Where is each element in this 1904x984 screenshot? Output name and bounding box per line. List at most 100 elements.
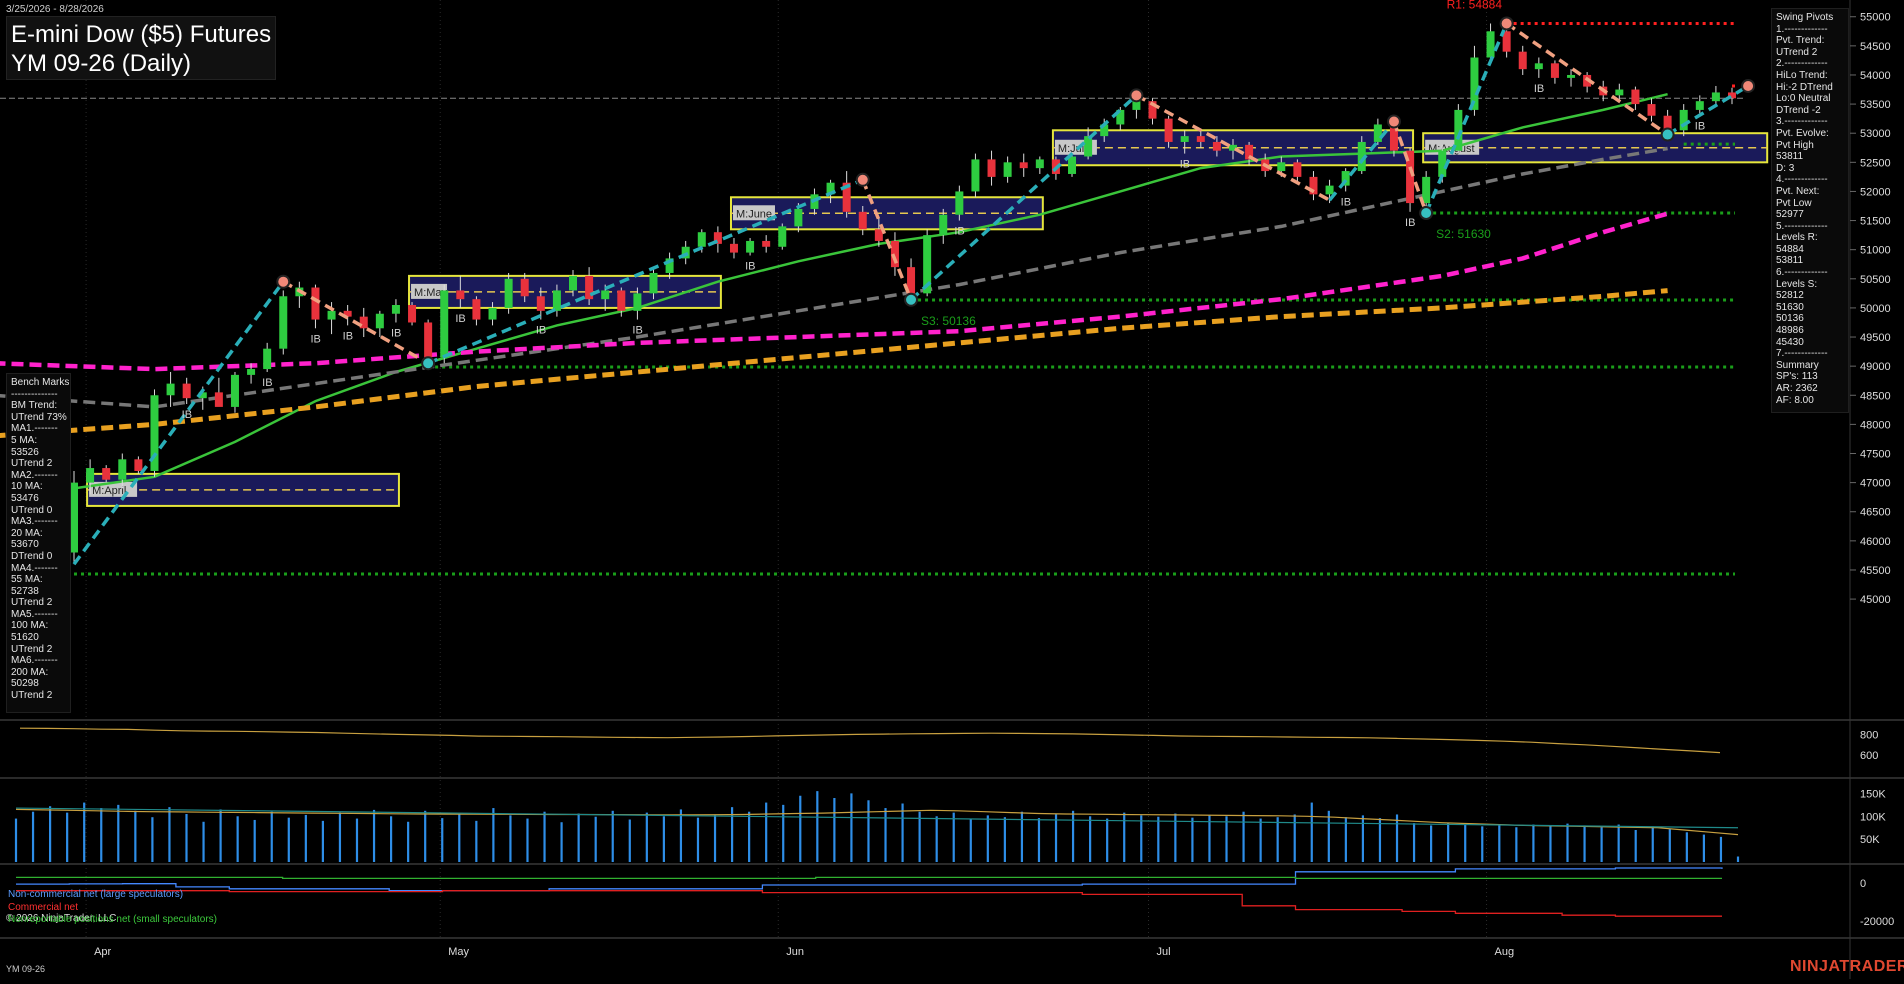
candle-body	[504, 278, 513, 308]
cot-series-line	[16, 876, 1722, 880]
bench_marks_panel-line: 53670	[11, 539, 39, 551]
candle-body	[375, 313, 384, 329]
bench_marks_panel-line: MA4.-------	[11, 562, 58, 574]
volume-tick-label: 150K	[1860, 788, 1886, 800]
month-tick-label: May	[448, 946, 469, 958]
swing_pivots_panel-line: 54884	[1776, 243, 1804, 255]
osc-tick-label: 600	[1860, 750, 1878, 762]
volume-tick-label: 50K	[1860, 834, 1880, 846]
candle-body	[1019, 162, 1028, 169]
candle	[1019, 153, 1028, 177]
ib-label: IB	[343, 330, 353, 342]
candle-body	[1164, 118, 1173, 142]
y-tick-label: 47000	[1860, 478, 1891, 490]
level-label: R1: 54884	[1447, 0, 1503, 11]
candle-body	[617, 290, 626, 311]
candle	[1647, 98, 1656, 122]
swing_pivots_panel-line: Pvt. Next:	[1776, 185, 1820, 197]
candle	[665, 252, 674, 279]
bench_marks_panel-line: UTrend 73%	[11, 411, 67, 423]
swing_pivots_panel-line: AF: 8.00	[1776, 394, 1814, 406]
candle	[746, 238, 755, 256]
y-tick-label: 52000	[1860, 186, 1891, 198]
swing_pivots_panel-line: HiLo Trend:	[1776, 69, 1828, 81]
candle-body	[762, 240, 771, 247]
pivot-marker	[421, 356, 436, 371]
candle	[230, 371, 239, 413]
candle	[971, 153, 980, 198]
volume-tick-label: 100K	[1860, 811, 1886, 823]
candle-body	[456, 290, 465, 300]
candle-body	[311, 287, 320, 320]
candle-body	[102, 468, 111, 480]
candle	[1035, 156, 1044, 174]
cot-series-line	[16, 867, 1723, 892]
swing_pivots_panel-line: 4.-------------	[1776, 174, 1828, 186]
bench_marks_panel-line: 20 MA:	[11, 527, 43, 539]
candle	[1309, 171, 1318, 201]
candle-body	[279, 296, 288, 349]
swing_pivots_panel-line: Pvt. Trend:	[1776, 35, 1825, 47]
oscillator-line	[19, 727, 1721, 754]
ib-label: IB	[745, 261, 755, 273]
bench_marks_panel-line: 52738	[11, 585, 39, 597]
candle	[440, 284, 449, 364]
swing_pivots_panel-line: Swing Pivots	[1776, 12, 1834, 23]
bench_marks_panel-line: 100 MA:	[11, 620, 49, 632]
month-tick-label: Apr	[94, 946, 111, 958]
swing_pivots_panel-line: 52812	[1776, 290, 1804, 302]
candle-body	[1196, 136, 1205, 142]
candle	[1534, 57, 1543, 78]
candle	[279, 290, 288, 355]
swing_pivots_panel-line: 53811	[1776, 151, 1804, 163]
candle	[1679, 104, 1688, 137]
volume-trend-line	[15, 807, 1739, 829]
candle	[1631, 86, 1640, 110]
chart-area: Apr May Jun Jul Aug 55000 54500 54000 53500 53000…	[0, 0, 1904, 979]
bench_marks_panel-line: MA2.-------	[11, 469, 58, 481]
ib-label: IB	[1695, 121, 1705, 133]
candle-body	[70, 482, 78, 553]
bench_marks_panel-line: 55 MA:	[11, 574, 43, 586]
candle	[987, 150, 996, 186]
bench_marks_panel-line: MA3.-------	[11, 516, 58, 528]
swing-line	[1505, 22, 1669, 136]
ib-label: IB	[536, 325, 546, 337]
ib-label: IB	[455, 313, 465, 325]
candle-body	[1132, 101, 1141, 110]
bench_marks_panel-line: 50298	[11, 678, 39, 690]
swing_pivots_panel-line: 48986	[1776, 325, 1804, 337]
candle-body	[1695, 101, 1704, 110]
candle-body	[488, 307, 497, 320]
candle	[681, 240, 690, 265]
candle-body	[134, 459, 143, 471]
level-label: S3: 50136	[921, 314, 976, 328]
swing_pivots_panel-line: 50136	[1776, 313, 1804, 325]
candle-body	[1277, 162, 1286, 172]
candle-body	[472, 299, 481, 320]
candle-body	[778, 226, 787, 247]
swing_pivots_panel-line: 45430	[1776, 336, 1804, 348]
swing_pivots_panel-line: 51630	[1776, 301, 1804, 313]
bench_marks_panel-line: MA1.-------	[11, 423, 58, 435]
bench_marks_panel-line: UTrend 2	[11, 597, 53, 609]
y-tick-label: 49000	[1860, 361, 1891, 373]
bench-marks-panel: Bench Marks -------------- BM Trend: UTrend…	[6, 373, 71, 713]
ib-label: IB	[632, 325, 642, 337]
candle-body	[536, 296, 545, 311]
candle-body	[746, 240, 755, 253]
candle	[762, 235, 771, 253]
candle	[182, 377, 191, 404]
candle-body	[86, 468, 95, 483]
candle-body	[1212, 141, 1221, 151]
candle	[504, 272, 513, 314]
bench_marks_panel-line: UTrend 2	[11, 643, 53, 655]
y-tick-label: 51000	[1860, 245, 1891, 257]
candle-body	[1679, 109, 1688, 131]
ib-label: IB	[310, 333, 320, 345]
candle	[391, 299, 400, 323]
swing_pivots_panel-line: 5.-------------	[1776, 220, 1828, 232]
instrument-title: E-mini Dow ($5) Futures	[11, 21, 272, 48]
candle	[375, 310, 384, 338]
candle	[359, 307, 368, 338]
